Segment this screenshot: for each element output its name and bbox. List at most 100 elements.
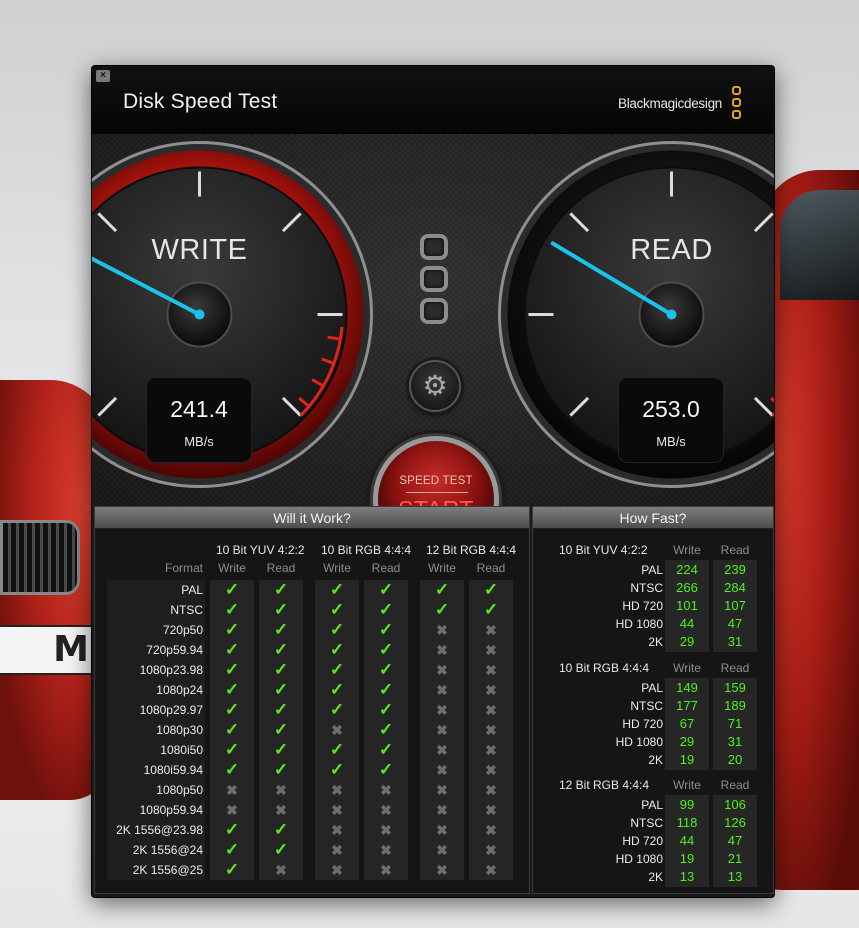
how-fast-group-title: 12 Bit RGB 4:4:4 [559, 778, 650, 792]
check-icon: ✓ [483, 580, 499, 599]
read-speed-value: 253.0 [642, 396, 700, 422]
cross-icon: ✖ [275, 862, 287, 878]
blackmagic-stack-logo-icon [420, 234, 450, 330]
read-speed-value: 284 [724, 580, 746, 595]
start-button-sublabel: SPEED TEST [399, 475, 473, 487]
cross-icon: ✖ [485, 622, 497, 638]
check-icon: ✓ [483, 600, 499, 619]
check-icon: ✓ [224, 680, 240, 699]
background-car-grille [0, 520, 80, 595]
cross-icon: ✖ [436, 762, 448, 778]
how-fast-write-column-header: Write [673, 778, 701, 792]
settings-gear-button[interactable]: ⚙ [409, 360, 461, 412]
check-icon: ✓ [329, 640, 345, 659]
format-column-header: Format [164, 561, 203, 575]
how-fast-format-label: HD 1080 [615, 617, 663, 631]
cross-icon: ✖ [485, 682, 497, 698]
how-fast-format-label: 2K [648, 753, 663, 767]
close-button[interactable]: × [96, 70, 110, 82]
cross-icon: ✖ [485, 642, 497, 658]
write-speed-value: 19 [679, 752, 695, 767]
background-car-window [780, 190, 859, 300]
blackmagic-logo-icon [732, 86, 744, 122]
write-speed-value: 266 [676, 580, 698, 595]
how-fast-format-label: HD 720 [622, 717, 663, 731]
check-icon: ✓ [273, 600, 289, 619]
check-icon: ✓ [224, 700, 240, 719]
titlebar: × Disk Speed Test Blackmagicdesign [92, 66, 774, 134]
check-icon: ✓ [329, 620, 345, 639]
cross-icon: ✖ [485, 742, 497, 758]
cross-icon: ✖ [380, 822, 392, 838]
cross-icon: ✖ [436, 702, 448, 718]
format-label: 2K 1556@25 [132, 863, 203, 877]
results-tables: Will it Work? 10 Bit YUV 4:2:2 Write Read 1… [92, 506, 774, 897]
how-fast-group-title: 10 Bit RGB 4:4:4 [559, 661, 650, 675]
check-icon: ✓ [273, 660, 289, 679]
how-fast-write-column-header: Write [673, 543, 701, 557]
check-icon: ✓ [378, 720, 394, 739]
cross-icon: ✖ [275, 802, 287, 818]
how-fast-format-label: PAL [641, 798, 663, 812]
format-label: NTSC [170, 603, 203, 617]
how-fast-format-label: PAL [641, 681, 663, 695]
write-speed-value: 177 [676, 698, 698, 713]
check-icon: ✓ [273, 820, 289, 839]
read-speed-value: 47 [727, 833, 743, 848]
app-title: Disk Speed Test [123, 90, 278, 113]
check-icon: ✓ [329, 660, 345, 679]
check-icon: ✓ [329, 580, 345, 599]
check-icon: ✓ [378, 740, 394, 759]
cross-icon: ✖ [331, 802, 343, 818]
check-icon: ✓ [378, 640, 394, 659]
format-label: 1080i50 [160, 743, 203, 757]
format-label: 1080p30 [156, 723, 203, 737]
cross-icon: ✖ [436, 722, 448, 738]
write-speed-value: 101 [676, 598, 698, 613]
check-icon: ✓ [224, 860, 240, 879]
how-fast-format-label: HD 1080 [615, 852, 663, 866]
how-fast-read-column-header: Read [720, 778, 750, 792]
read-speed-value: 20 [727, 752, 743, 767]
read-speed-value: 31 [727, 634, 743, 649]
write-speed-value: 13 [679, 869, 695, 884]
how-fast-format-label: NTSC [630, 816, 663, 830]
read-speed-value: 31 [727, 734, 743, 749]
check-icon: ✓ [329, 700, 345, 719]
cross-icon: ✖ [275, 782, 287, 798]
how-fast-format-label: HD 720 [622, 834, 663, 848]
cross-icon: ✖ [380, 862, 392, 878]
cross-icon: ✖ [436, 802, 448, 818]
read-speed-value: 189 [724, 698, 746, 713]
how-fast-format-label: HD 720 [622, 599, 663, 613]
check-icon: ✓ [224, 600, 240, 619]
write-speed-value: 99 [679, 797, 695, 812]
format-label: 2K 1556@24 [132, 843, 203, 857]
cross-icon: ✖ [485, 762, 497, 778]
cross-icon: ✖ [436, 642, 448, 658]
check-icon: ✓ [378, 700, 394, 719]
cross-icon: ✖ [331, 862, 343, 878]
check-icon: ✓ [329, 600, 345, 619]
check-icon: ✓ [434, 580, 450, 599]
check-icon: ✓ [273, 720, 289, 739]
check-icon: ✓ [378, 580, 394, 599]
cross-icon: ✖ [485, 802, 497, 818]
cross-icon: ✖ [331, 782, 343, 798]
check-icon: ✓ [273, 640, 289, 659]
how-fast-header: How Fast? [533, 507, 773, 529]
write-gauge: WRITE 241.4 MB/s [92, 140, 374, 489]
will-it-work-write-column-header: Write [428, 561, 456, 575]
brand-name: Blackmagicdesign [617, 96, 722, 111]
background-license-plate: M GG [0, 625, 95, 675]
will-it-work-write-column-header: Write [323, 561, 351, 575]
format-label: 1080p59.94 [139, 803, 203, 817]
close-icon: × [100, 70, 106, 81]
read-speed-value: 159 [724, 680, 746, 695]
check-icon: ✓ [378, 680, 394, 699]
how-fast-read-column-header: Read [720, 661, 750, 675]
read-speed-value: 239 [724, 562, 746, 577]
cross-icon: ✖ [331, 842, 343, 858]
cross-icon: ✖ [436, 662, 448, 678]
check-icon: ✓ [273, 700, 289, 719]
